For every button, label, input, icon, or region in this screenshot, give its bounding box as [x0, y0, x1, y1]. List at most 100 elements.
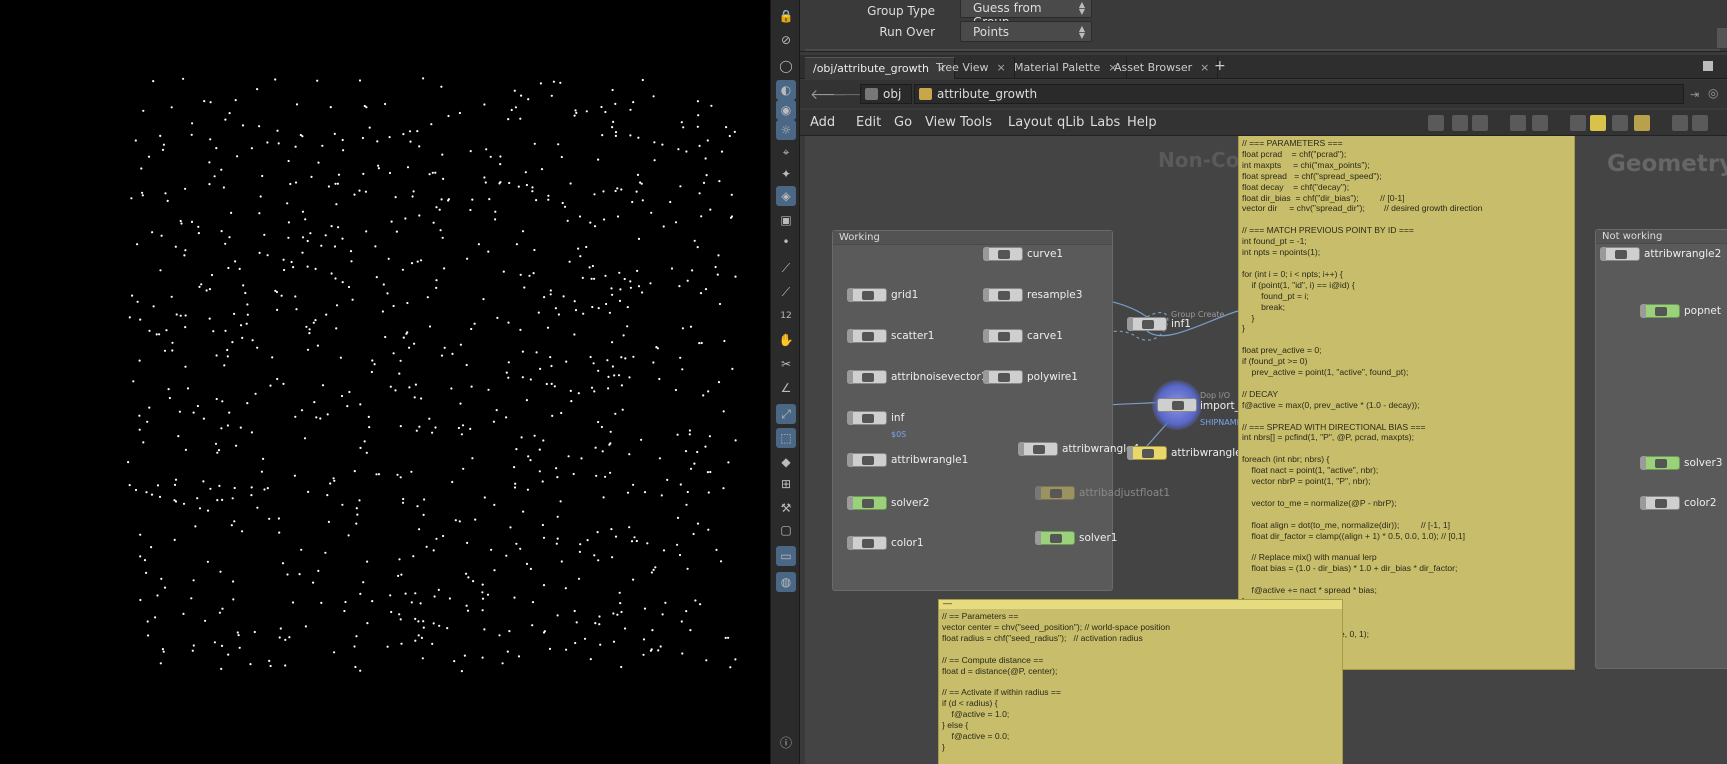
close-icon[interactable]: × [997, 61, 1006, 74]
node-attribwrangle1[interactable] [847, 453, 887, 467]
node-solver1[interactable] [1035, 531, 1075, 545]
breadcrumb-obj[interactable]: obj [860, 84, 912, 104]
node-color2[interactable] [1640, 496, 1680, 510]
tool-icon[interactable]: ⚒ [776, 498, 796, 518]
node-attribwrangle3[interactable] [1127, 446, 1167, 460]
twelve-icon[interactable]: 12 [776, 306, 796, 326]
bypass-flag[interactable] [1640, 496, 1646, 510]
node-color1[interactable] [847, 536, 887, 550]
bypass-flag[interactable] [847, 496, 853, 510]
add-tab-button[interactable]: + [1206, 57, 1234, 79]
scene-viewport[interactable] [0, 0, 770, 764]
link-icon[interactable]: ◎ [1708, 86, 1718, 100]
bypass-flag[interactable] [1127, 446, 1133, 460]
camera-icon[interactable]: ⌖ [776, 142, 796, 162]
node-attribwrangle2[interactable] [1600, 247, 1640, 261]
lock-icon[interactable]: 🔒 [776, 6, 796, 26]
snapshot-icon[interactable]: ▣ [776, 210, 796, 230]
render-icon[interactable]: ✦ [776, 164, 796, 184]
node-solver2[interactable] [847, 496, 887, 510]
bypass-flag[interactable] [847, 288, 853, 302]
tree-icon[interactable] [1452, 115, 1468, 131]
node-attribwrangle4[interactable] [1018, 442, 1058, 456]
bypass-flag[interactable] [1035, 486, 1041, 500]
background-image-icon[interactable] [1612, 115, 1628, 131]
list-icon[interactable] [1472, 115, 1488, 131]
bypass-flag[interactable] [983, 288, 989, 302]
network-box-not-working[interactable]: Not working [1595, 229, 1727, 669]
menu-layout[interactable]: Layout [1008, 115, 1052, 130]
bypass-flag[interactable] [847, 453, 853, 467]
tile-icon[interactable] [1532, 115, 1548, 131]
sticky-note-header[interactable] [939, 600, 1342, 609]
paint-icon[interactable]: ⟋ [776, 258, 796, 278]
bypass-flag[interactable] [1600, 247, 1606, 261]
menu-help[interactable]: Help [1127, 115, 1157, 130]
handle-icon[interactable]: ◉ [776, 100, 796, 120]
global-icon[interactable] [1692, 115, 1708, 131]
search-icon[interactable] [1672, 115, 1688, 131]
menu-go[interactable]: Go [894, 115, 912, 130]
sticky-note-vex-main[interactable]: // === PARAMETERS === float pcrad = chf(… [1238, 136, 1575, 670]
bypass-flag[interactable] [983, 370, 989, 384]
node-grid1[interactable] [847, 288, 887, 302]
node-curve1[interactable] [983, 247, 1023, 261]
menu-edit[interactable]: Edit [856, 115, 881, 130]
group-type-menu[interactable]: Guess from Group ▲▼ [960, 0, 1092, 29]
minimize-icon[interactable]: — [943, 600, 952, 609]
tab-tree-view[interactable]: Tree View × [928, 57, 1015, 79]
bypass-flag[interactable] [1035, 531, 1041, 545]
diamond-icon[interactable]: ◆ [776, 452, 796, 472]
sticky-note-vex-seed[interactable]: — // == Parameters == vector center = chv… [938, 599, 1343, 764]
pin-icon[interactable]: ⇥ [1690, 88, 1699, 101]
pane-divider[interactable] [805, 49, 1720, 51]
menu-add[interactable]: Add [810, 115, 835, 130]
pin-icon[interactable]: ◍ [776, 572, 796, 592]
brush-icon[interactable]: ⟋ [776, 282, 796, 302]
grid-icon[interactable]: ⊞ [776, 474, 796, 494]
menu-view[interactable]: View [925, 115, 956, 130]
node-import[interactable] [1157, 398, 1197, 412]
bypass-flag[interactable] [983, 329, 989, 343]
scene-icon[interactable]: ◈ [776, 186, 796, 206]
snap-icon[interactable]: ⊘ [776, 30, 796, 50]
bypass-flag[interactable] [983, 247, 989, 261]
info-icon[interactable]: ⓘ [776, 732, 796, 752]
sticky-note-icon[interactable] [1590, 115, 1606, 131]
sphere-icon[interactable]: ◯ [776, 56, 796, 76]
tab-asset-browser[interactable]: Asset Browser × [1106, 57, 1219, 79]
node-polywire1[interactable] [983, 370, 1023, 384]
angle-icon[interactable]: ∠ [776, 378, 796, 398]
wrench-icon[interactable] [1428, 115, 1444, 131]
bypass-flag[interactable] [847, 536, 853, 550]
grid-view-icon[interactable] [1510, 115, 1526, 131]
breadcrumb-node[interactable]: attribute_growth [914, 84, 1684, 104]
pane-menu-icon[interactable] [1703, 61, 1713, 71]
menu-tools[interactable]: Tools [960, 115, 992, 130]
record-icon[interactable]: ▢ [776, 520, 796, 540]
node-resample3[interactable] [983, 288, 1023, 302]
bypass-flag[interactable] [847, 329, 853, 343]
scrollbar[interactable] [1717, 28, 1727, 48]
bypass-flag[interactable] [847, 370, 853, 384]
frame-icon[interactable]: ▭ [776, 546, 796, 566]
bypass-flag[interactable] [1018, 442, 1024, 456]
node-attribadjustfloat1[interactable] [1035, 486, 1075, 500]
node-attribnoisevector1[interactable] [847, 370, 887, 384]
menu-qlib[interactable]: qLib [1057, 115, 1084, 130]
node-popnet[interactable] [1640, 304, 1680, 318]
hand-icon[interactable]: ✋ [776, 330, 796, 350]
knife-icon[interactable]: ✂ [776, 354, 796, 374]
bypass-flag[interactable] [847, 411, 853, 425]
light-icon[interactable]: ☼ [776, 120, 796, 140]
run-over-menu[interactable]: Points ▲ ▼ [960, 21, 1092, 42]
node-carve1[interactable] [983, 329, 1023, 343]
menu-labs[interactable]: Labs [1090, 115, 1120, 130]
select-icon[interactable]: ⤢ [776, 404, 796, 424]
node-inf1[interactable] [1127, 317, 1167, 331]
dependency-icon[interactable] [1634, 115, 1650, 131]
bypass-flag[interactable] [1127, 317, 1133, 331]
node-solver3[interactable] [1640, 456, 1680, 470]
bypass-flag[interactable] [1640, 304, 1646, 318]
box-icon[interactable]: ⬚ [776, 428, 796, 448]
